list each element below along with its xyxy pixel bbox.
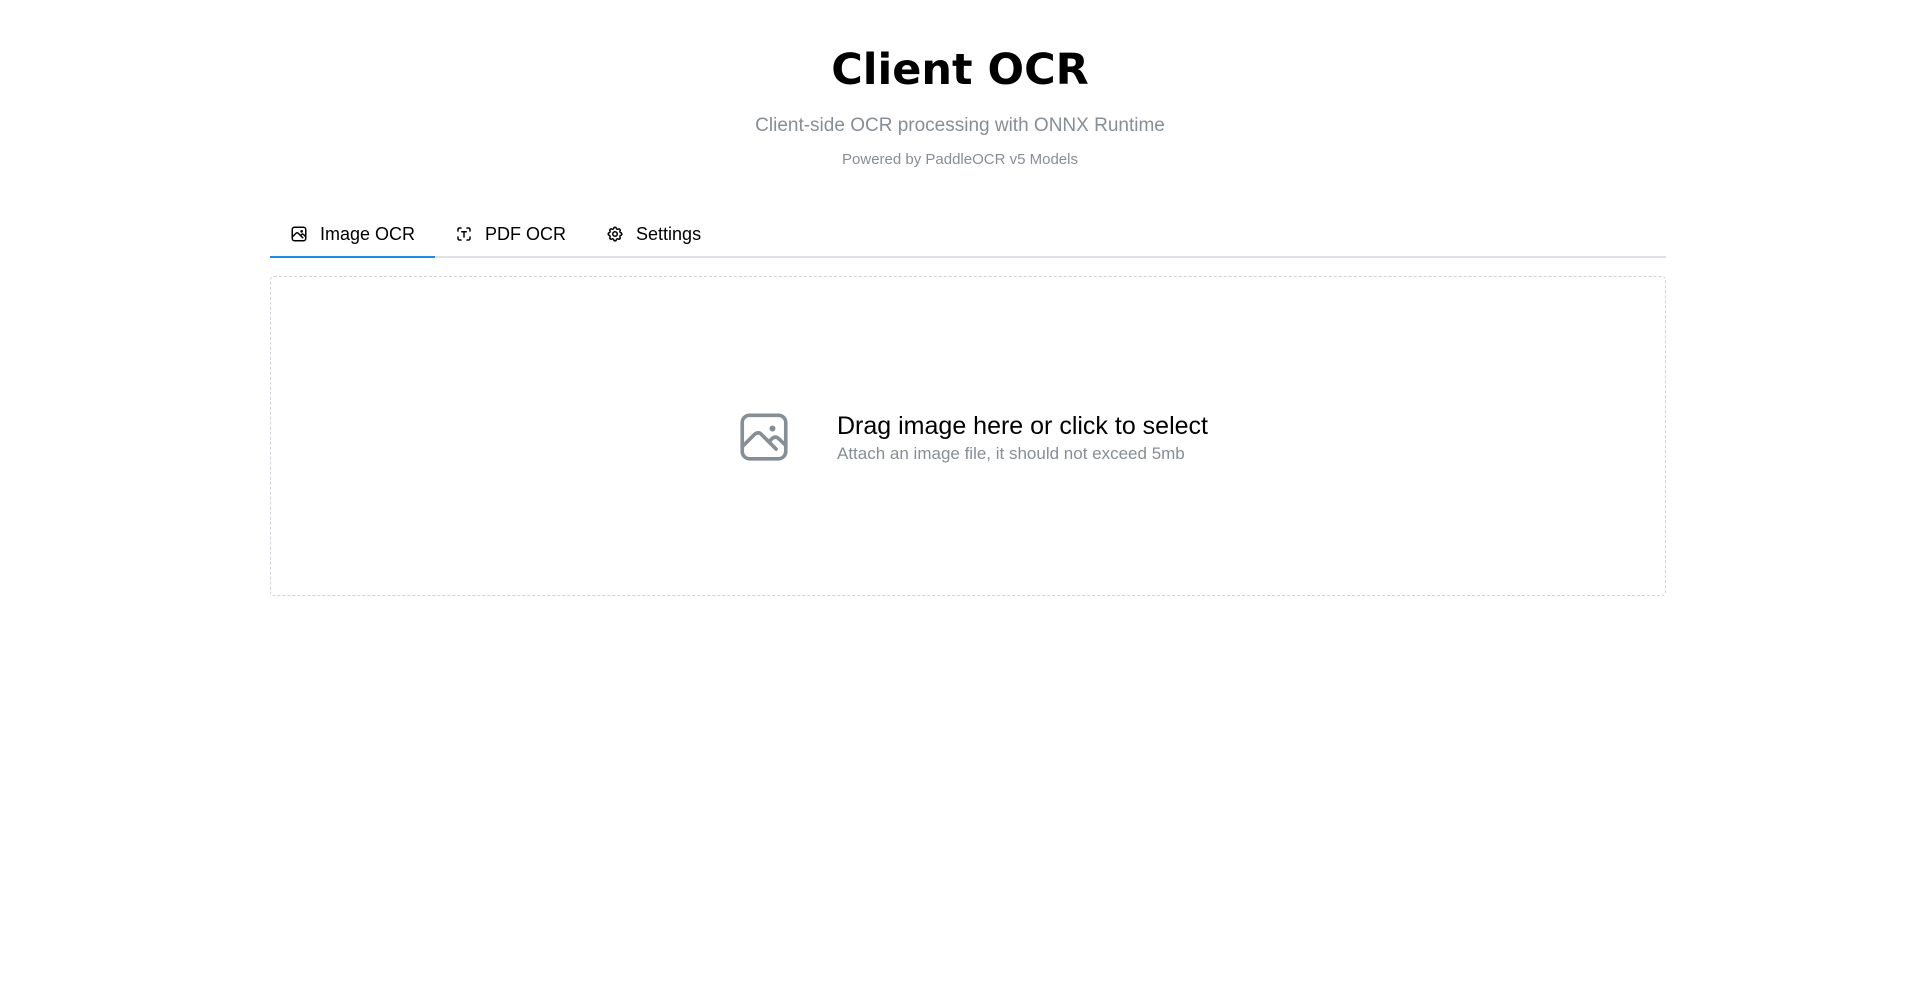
tab-pdf-ocr-label: PDF OCR (485, 223, 567, 244)
gear-icon (606, 225, 624, 243)
photo-icon (290, 225, 308, 243)
image-dropzone[interactable]: Drag image here or click to select Attac… (270, 276, 1666, 596)
dropzone-title: Drag image here or click to select (837, 411, 1208, 440)
tab-image-ocr[interactable]: Image OCR (270, 212, 436, 258)
tab-list: Image OCR PDF OCR Settings (270, 212, 1666, 258)
photo-icon (735, 408, 793, 466)
dropzone-hint: Attach an image file, it should not exce… (837, 443, 1185, 463)
dropzone-text: Drag image here or click to select Attac… (837, 410, 1208, 465)
powered-by-text: Powered by PaddleOCR v5 Models (842, 151, 1078, 168)
tab-settings-label: Settings (636, 223, 702, 244)
app-page: Client OCR Client-side OCR processing wi… (0, 0, 1920, 998)
scan-icon (455, 225, 473, 243)
tab-image-ocr-label: Image OCR (320, 223, 416, 244)
dropzone-content: Drag image here or click to select Attac… (735, 408, 1208, 466)
page-subtitle: Client-side OCR processing with ONNX Run… (755, 115, 1165, 136)
tab-settings[interactable]: Settings (586, 212, 721, 256)
page-title: Client OCR (831, 45, 1089, 95)
tab-pdf-ocr[interactable]: PDF OCR (435, 212, 586, 256)
